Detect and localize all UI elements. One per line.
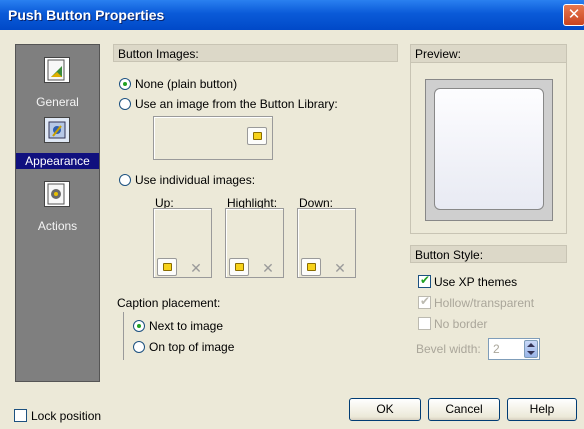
preview-area [425, 79, 553, 221]
down-browse-button[interactable] [301, 258, 321, 276]
ok-label: OK [376, 402, 394, 416]
help-label: Help [529, 402, 555, 416]
bevel-width-stepper[interactable]: 2 [488, 338, 540, 360]
preview-button [434, 88, 544, 210]
preview-group: Preview: [410, 44, 567, 234]
button-style-header: Button Style: [410, 245, 567, 263]
nav-item-actions[interactable]: Actions [16, 177, 99, 235]
lock-position-checkbox[interactable] [14, 409, 27, 422]
hollow-transparent-checkbox[interactable] [418, 294, 431, 309]
dialog-title: Push Button Properties [8, 7, 165, 23]
close-icon: ✕ [567, 6, 581, 23]
no-border-checkbox[interactable] [418, 317, 431, 330]
nav-label-actions: Actions [37, 219, 78, 233]
radio-library-label[interactable]: Use an image from the Button Library: [135, 97, 338, 111]
folder-browse-icon [163, 263, 172, 271]
button-style-group: Button Style: Use XP themes Hollow/trans… [410, 245, 567, 372]
radio-none-label[interactable]: None (plain button) [135, 77, 237, 91]
up-browse-button[interactable] [157, 258, 177, 276]
bevel-width-label: Bevel width: [416, 342, 481, 356]
folder-browse-icon [253, 132, 262, 140]
caption-placement-label: Caption placement: [117, 296, 221, 310]
radio-next-to-image-label[interactable]: Next to image [149, 319, 223, 333]
radio-next-to-image[interactable] [133, 320, 145, 332]
folder-browse-icon [235, 263, 244, 271]
nav-item-general[interactable]: General [16, 53, 99, 111]
down-clear-icon[interactable]: ✕ [333, 261, 347, 275]
help-button[interactable]: Help [507, 398, 577, 421]
close-button[interactable]: ✕ [563, 4, 584, 26]
push-button-properties-dialog: Push Button Properties ✕ General Appeara… [0, 0, 584, 429]
lock-position-label[interactable]: Lock position [31, 409, 101, 423]
radio-on-top-of-image[interactable] [133, 341, 145, 353]
actions-icon [44, 181, 70, 207]
highlight-clear-icon[interactable]: ✕ [261, 261, 275, 275]
hollow-transparent-label[interactable]: Hollow/transparent [434, 296, 534, 310]
radio-library[interactable] [119, 98, 131, 110]
bevel-width-value: 2 [493, 342, 500, 356]
no-border-label[interactable]: No border [434, 317, 487, 331]
button-images-header: Button Images: [113, 44, 398, 62]
button-images-group: Button Images: None (plain button) Use a… [113, 44, 398, 382]
cancel-label: Cancel [445, 402, 483, 416]
caption-indent-line [123, 312, 124, 360]
library-browse-button[interactable] [247, 127, 267, 145]
cancel-button[interactable]: Cancel [428, 398, 500, 421]
appearance-icon [44, 117, 70, 143]
radio-individual-label[interactable]: Use individual images: [135, 173, 255, 187]
up-clear-icon[interactable]: ✕ [189, 261, 203, 275]
ok-button[interactable]: OK [349, 398, 421, 421]
category-nav: General Appearance Actions [15, 44, 100, 382]
nav-label-appearance: Appearance [16, 153, 99, 169]
radio-individual[interactable] [119, 174, 131, 186]
stepper-arrows-icon[interactable] [524, 340, 538, 358]
nav-label-general: General [36, 95, 79, 109]
radio-on-top-of-image-label[interactable]: On top of image [149, 340, 234, 354]
use-xp-themes-label[interactable]: Use XP themes [434, 275, 517, 289]
title-bar[interactable]: Push Button Properties ✕ [0, 0, 584, 30]
general-properties-icon [44, 57, 70, 83]
highlight-browse-button[interactable] [229, 258, 249, 276]
nav-item-appearance[interactable]: Appearance [16, 115, 99, 175]
use-xp-themes-checkbox[interactable] [418, 273, 431, 288]
preview-header: Preview: [411, 45, 566, 63]
folder-browse-icon [307, 263, 316, 271]
radio-none[interactable] [119, 78, 131, 90]
